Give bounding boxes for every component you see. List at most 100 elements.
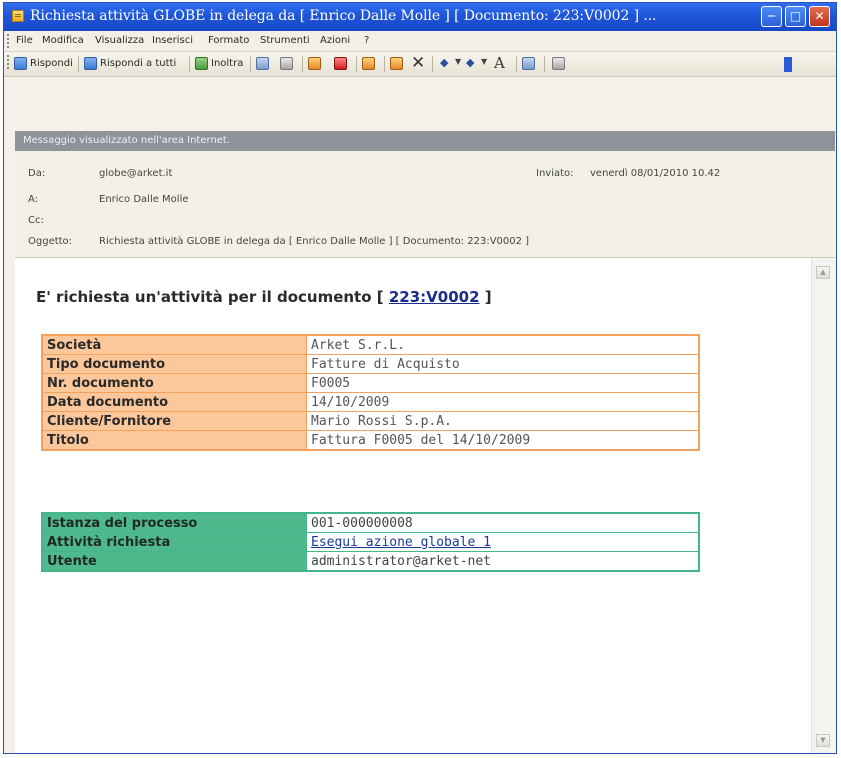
next-dropdown[interactable]: ▼ — [481, 57, 487, 66]
toolbar-separator — [250, 56, 251, 72]
row-value: administrator@arket-net — [306, 551, 700, 572]
close-bracket: ] — [484, 288, 492, 306]
toolbar-separator — [432, 56, 433, 72]
table-row: Cliente/Fornitore Mario Rossi S.p.A. — [41, 411, 700, 431]
open-bracket: [ — [376, 288, 384, 306]
minimize-button[interactable]: ─ — [761, 6, 782, 27]
help-button[interactable] — [552, 57, 565, 70]
forward-label: Inoltra — [211, 58, 244, 69]
print-button[interactable] — [256, 57, 269, 70]
categories-icon — [308, 57, 321, 70]
scroll-up-icon[interactable]: ▲ — [816, 266, 830, 279]
window-title: Richiesta attività GLOBE in delega da [ … — [30, 8, 657, 24]
menu-inserisci[interactable]: Inserisci — [152, 35, 193, 46]
toolbar: Rispondi Rispondi a tutti Inoltra ✕ ◆ ▼ … — [4, 52, 836, 77]
menu-grip[interactable] — [7, 34, 9, 48]
toolbar-separator — [189, 56, 190, 72]
table-row: Titolo Fattura F0005 del 14/10/2009 — [41, 430, 700, 451]
toolbar-separator — [78, 56, 79, 72]
row-label: Società — [41, 334, 307, 355]
row-value: Fattura F0005 del 14/10/2009 — [306, 430, 700, 451]
request-heading: E' richiesta un'attività per il document… — [36, 288, 492, 306]
row-value: Mario Rossi S.p.A. — [306, 411, 700, 431]
reply-button[interactable]: Rispondi — [14, 57, 73, 70]
toolbar-grip[interactable] — [7, 55, 9, 69]
menu-azioni[interactable]: Azioni — [320, 35, 350, 46]
toolbar-separator — [356, 56, 357, 72]
forward-button[interactable]: Inoltra — [195, 57, 243, 70]
info-bar[interactable]: Messaggio visualizzato nell'area Interne… — [15, 131, 835, 151]
address-book-button[interactable] — [522, 57, 535, 70]
table-row: Data documento 14/10/2009 — [41, 392, 700, 412]
message-icon — [12, 10, 24, 22]
sent-value: venerdì 08/01/2010 10.42 — [590, 168, 721, 179]
mark-unread-button[interactable] — [390, 57, 403, 70]
row-value: 14/10/2009 — [306, 392, 700, 412]
reply-icon — [14, 57, 27, 70]
forward-icon — [195, 57, 208, 70]
process-details-table: Istanza del processo 001-000000008 Attivi… — [41, 512, 700, 572]
menu-strumenti[interactable]: Strumenti — [260, 35, 310, 46]
table-row: Nr. documento F0005 — [41, 373, 700, 393]
font-size-icon[interactable]: A — [494, 54, 505, 72]
menu-visualizza[interactable]: Visualizza — [95, 35, 144, 46]
scroll-down-icon[interactable]: ▼ — [816, 734, 830, 747]
row-label: Data documento — [41, 392, 307, 412]
maximize-icon: □ — [789, 9, 802, 23]
help-icon — [552, 57, 565, 70]
vertical-scrollbar[interactable]: ▲ ▼ — [811, 258, 835, 753]
follow-up-button[interactable] — [362, 57, 375, 70]
row-value: F0005 — [306, 373, 700, 393]
delete-icon[interactable]: ✕ — [411, 53, 425, 73]
flag-icon — [334, 57, 347, 70]
from-label: Da: — [28, 168, 46, 179]
row-label: Nr. documento — [41, 373, 307, 393]
table-row: Società Arket S.r.L. — [41, 334, 700, 355]
minimize-icon: ─ — [767, 9, 776, 23]
document-details-table: Società Arket S.r.L. Tipo documento Fattur… — [41, 334, 700, 451]
row-label: Titolo — [41, 430, 307, 451]
table-row: Utente administrator@arket-net — [41, 551, 700, 572]
to-value[interactable]: Enrico Dalle Molle — [99, 194, 189, 205]
menu-modifica[interactable]: Modifica — [42, 35, 84, 46]
table-row: Attività richiesta Esegui azione globale … — [41, 532, 700, 552]
row-value: Esegui azione globale 1 — [306, 532, 700, 552]
cc-label: Cc: — [28, 215, 44, 226]
message-window: Richiesta attività GLOBE in delega da [ … — [3, 2, 837, 754]
menu-help[interactable]: ? — [364, 35, 369, 46]
activity-link[interactable]: Esegui azione globale 1 — [311, 535, 491, 550]
previous-icon[interactable]: ◆ — [440, 56, 448, 69]
flag-button[interactable] — [334, 57, 347, 70]
menu-file[interactable]: File — [16, 35, 33, 46]
request-heading-text: E' richiesta un'attività per il document… — [36, 288, 372, 306]
subject-label: Oggetto: — [28, 236, 73, 247]
row-label: Istanza del processo — [41, 512, 307, 533]
document-link[interactable]: 223:V0002 — [389, 288, 480, 306]
reply-all-button[interactable]: Rispondi a tutti — [84, 57, 176, 70]
from-value[interactable]: globe@arket.it — [99, 168, 172, 179]
menu-formato[interactable]: Formato — [208, 35, 249, 46]
maximize-button[interactable]: □ — [785, 6, 806, 27]
reply-all-label: Rispondi a tutti — [100, 58, 177, 69]
next-icon[interactable]: ◆ — [466, 56, 474, 69]
reply-label: Rispondi — [30, 58, 73, 69]
row-label: Attività richiesta — [41, 532, 307, 552]
subject-value: Richiesta attività GLOBE in delega da [ … — [99, 236, 530, 247]
move-button[interactable] — [280, 57, 293, 70]
sent-label: Inviato: — [536, 168, 574, 179]
toolbar-separator — [516, 56, 517, 72]
row-value: Arket S.r.L. — [306, 334, 700, 355]
title-bar[interactable]: Richiesta attività GLOBE in delega da [ … — [4, 3, 836, 31]
table-row: Tipo documento Fatture di Acquisto — [41, 354, 700, 374]
close-button[interactable]: ✕ — [809, 6, 830, 27]
row-label: Utente — [41, 551, 307, 572]
categories-button[interactable] — [308, 57, 321, 70]
toolbar-overflow[interactable] — [784, 57, 792, 72]
mark-unread-icon — [390, 57, 403, 70]
print-icon — [256, 57, 269, 70]
message-body: E' richiesta un'attività per il document… — [15, 258, 811, 753]
follow-up-icon — [362, 57, 375, 70]
table-row: Istanza del processo 001-000000008 — [41, 512, 700, 533]
toolbar-separator — [302, 56, 303, 72]
previous-dropdown[interactable]: ▼ — [455, 57, 461, 66]
